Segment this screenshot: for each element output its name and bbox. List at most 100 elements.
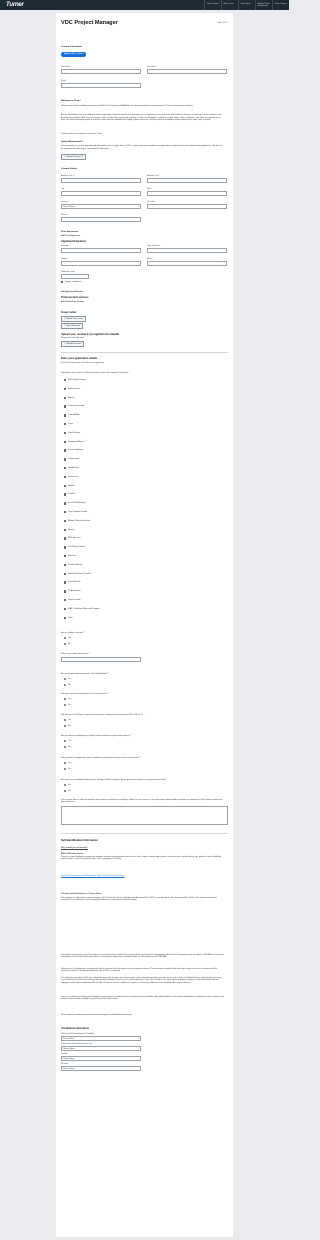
- source-option-checkbox[interactable]: Agency*: [64, 397, 75, 399]
- source-option-checkbox[interactable]: Cisco: [64, 423, 73, 426]
- source-option-checkbox[interactable]: Client Website: [64, 432, 80, 435]
- source-option-label: Employee Referral*: [68, 440, 85, 443]
- nav-item-3[interactable]: Turner News: [238, 0, 255, 10]
- radio-label: Yes: [68, 678, 72, 680]
- city-input[interactable]: [61, 191, 141, 196]
- email-input[interactable]: [61, 83, 141, 88]
- select-value: Please Select: [63, 1058, 75, 1061]
- apply-with-linkedin-button[interactable]: ■ Apply With LinkedIn: [61, 52, 87, 58]
- source-option-checkbox[interactable]: Military Officer Association: [64, 520, 90, 523]
- upload-cover-letter-button[interactable]: ⇪ Upload Cover Letter: [61, 316, 87, 322]
- source-option-checkbox[interactable]: Campus Recruiting*: [64, 405, 85, 408]
- source-option-checkbox[interactable]: AGC Mentor Program: [64, 379, 86, 382]
- add-license-link[interactable]: Add Professional License: [61, 301, 84, 303]
- phone-input[interactable]: [61, 217, 141, 222]
- relocate-yes-radio[interactable]: Yes: [64, 637, 71, 640]
- degree-in-progress-checkbox[interactable]: Degree in Progress: [61, 281, 82, 284]
- disability-select[interactable]: Please Select ⌄: [61, 1036, 141, 1041]
- source-option-checkbox[interactable]: LinkedIn: [64, 493, 75, 496]
- chevron-down-icon: ⌄: [137, 1057, 139, 1060]
- former-no-radio[interactable]: No: [64, 704, 71, 707]
- source-option-checkbox[interactable]: Meetup: [64, 529, 74, 531]
- institution-input[interactable]: [61, 248, 141, 253]
- application-subtext: We need all the relevant info about your…: [61, 362, 104, 364]
- upload-resume-button[interactable]: ⇪ Upload Resume/CV: [61, 154, 86, 160]
- gender-select[interactable]: Please Select ⌄: [61, 1056, 141, 1061]
- turner-logo[interactable]: Turner: [6, 2, 24, 10]
- relative-no-radio[interactable]: No: [64, 790, 71, 793]
- source-option-checkbox[interactable]: MKD Recruiter: [64, 537, 81, 540]
- former-yes-radio[interactable]: Yes: [64, 698, 71, 701]
- gov-yes-radio[interactable]: Yes: [64, 740, 72, 743]
- ethnicity-select[interactable]: Please Select ⌄: [61, 1066, 141, 1071]
- address1-input[interactable]: [61, 178, 141, 183]
- source-option-checkbox[interactable]: Local Veterans Leader*: [64, 511, 88, 514]
- source-option-label: Former Employee: [68, 449, 84, 452]
- last-name-input[interactable]: [147, 69, 227, 74]
- visa-question: Will you now or in the future require sp…: [61, 714, 145, 716]
- gov-former-no-radio[interactable]: No: [64, 768, 71, 771]
- source-option-checkbox[interactable]: Social Website: [64, 581, 81, 584]
- degree-in-progress-label: Degree in Progress: [65, 281, 82, 283]
- source-option-checkbox[interactable]: Employee Referral*: [64, 441, 85, 443]
- source-option-checkbox[interactable]: Indeed.com: [64, 476, 78, 479]
- source-option-checkbox[interactable]: Word of mouth: [64, 599, 80, 602]
- self-id-heading: Self-Identification Information: [61, 839, 98, 842]
- nav-item-1[interactable]: Turner Careers: [204, 0, 221, 10]
- source-option-label: Local School/Library*: [68, 502, 86, 505]
- country-select[interactable]: Please Select ⌄: [61, 204, 141, 209]
- gov-no-radio[interactable]: No: [64, 746, 71, 749]
- source-option-checkbox[interactable]: Local School/Library*: [64, 502, 86, 505]
- radio-label: No: [68, 725, 71, 727]
- source-option-checkbox[interactable]: Getting Hired: [64, 458, 79, 461]
- grad-date-input[interactable]: [61, 274, 89, 279]
- source-option-checkbox[interactable]: TV Advertising: [64, 590, 80, 593]
- visa-no-radio[interactable]: No: [64, 725, 71, 728]
- first-name-input[interactable]: [61, 69, 141, 74]
- source-option-checkbox[interactable]: Idealists: [64, 485, 75, 487]
- radio-label: Yes: [68, 740, 72, 742]
- add-prior-experience-link[interactable]: Add Prior Experience: [61, 235, 80, 237]
- source-option-checkbox[interactable]: Personal History: [64, 564, 82, 567]
- upload-document-button[interactable]: ⇪ Upload Document: [61, 341, 85, 347]
- nav-item-2[interactable]: About Turner: [221, 0, 238, 10]
- degree-type-select[interactable]: ⌄: [147, 248, 227, 253]
- upload-cover-label: Upload Cover Letter: [66, 317, 84, 320]
- major-select[interactable]: ⌄: [147, 261, 227, 266]
- upload-description: You may attach or resume appropriately i…: [61, 145, 222, 150]
- veteran-status-select[interactable]: Please Select ⌄: [61, 1046, 141, 1051]
- self-id-link-text[interactable]: Please fill out the voluntary self-ident…: [61, 875, 224, 877]
- authorized-yes-radio[interactable]: Yes: [64, 678, 72, 681]
- degree-select[interactable]: ⌄: [61, 261, 141, 266]
- add-education-link[interactable]: Add Applicant Education: [61, 291, 83, 293]
- chevron-down-icon: ⌄: [137, 205, 139, 208]
- source-option-checkbox[interactable]: Rotary/Chamber of Trades*: [64, 573, 91, 575]
- address2-input[interactable]: [147, 178, 227, 183]
- relocate-no-radio[interactable]: No: [64, 643, 71, 646]
- source-option-checkbox[interactable]: CareerBuilder: [64, 414, 80, 417]
- self-id-link[interactable]: Please fill out the voluntary self-ident…: [61, 875, 124, 877]
- source-option-checkbox[interactable]: Other: [64, 617, 73, 619]
- gov-former-yes-radio[interactable]: Yes: [64, 762, 71, 765]
- source-option-checkbox[interactable]: HeadHunters: [64, 467, 79, 470]
- source-option-checkbox[interactable]: Advertisement: [64, 388, 80, 391]
- relative-yes-radio[interactable]: Yes: [64, 784, 71, 787]
- source-option-checkbox[interactable]: One Wetly Outreach: [64, 546, 85, 549]
- visa-yes-radio[interactable]: Yes: [64, 719, 71, 722]
- authorized-no-radio[interactable]: No: [64, 684, 71, 687]
- zip-input[interactable]: [147, 204, 227, 209]
- source-option-checkbox[interactable]: WAP - Workforce Movement Program: [64, 608, 100, 611]
- source-option-label: Other: [68, 616, 73, 619]
- welcome-text-3: Thank you for your continued interest in…: [61, 133, 103, 135]
- nav-item-5[interactable]: Turner Careers: [272, 0, 289, 10]
- state-input[interactable]: [147, 191, 227, 196]
- source-option-checkbox[interactable]: Former Employee: [64, 449, 84, 452]
- nav-item-4[interactable]: Women, Works and Inclusion: [255, 0, 272, 10]
- salary-input[interactable]: [61, 657, 141, 662]
- source-option-label: Idealists: [68, 484, 76, 487]
- type-manually-button[interactable]: ✎ Type it Manually: [61, 323, 83, 329]
- welcome-text-1: Whatever the future, building is experie…: [61, 105, 194, 107]
- source-option-checkbox[interactable]: Referred: [64, 555, 75, 558]
- select-value: Please Select: [63, 1048, 75, 1051]
- explain-textarea[interactable]: [61, 806, 228, 825]
